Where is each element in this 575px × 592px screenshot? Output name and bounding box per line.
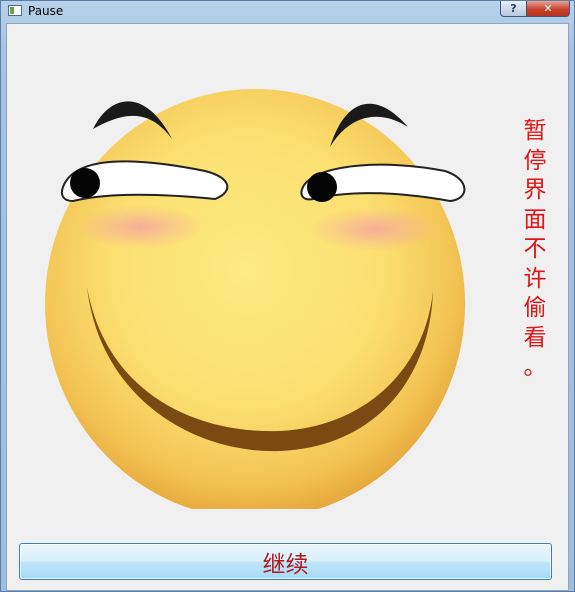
vertical-notice-text: 暂 停 界 面 不 许 偷 看 。	[521, 117, 549, 383]
continue-button[interactable]: 继续	[19, 543, 552, 580]
close-button[interactable]: ✕	[527, 1, 570, 17]
window-app-icon	[8, 5, 22, 16]
title-bar-buttons: ? ✕	[500, 1, 570, 17]
right-pupil	[307, 172, 337, 202]
pause-dialog-window: Pause ? ✕ 暂 停 界 面 不 许 偷 看 。 继续	[0, 0, 575, 592]
left-cheek-blush	[75, 205, 205, 249]
help-button[interactable]: ?	[500, 1, 527, 17]
notice-char: 。	[523, 354, 547, 380]
continue-button-label: 继续	[262, 551, 309, 578]
notice-char: 看	[523, 324, 547, 351]
left-pupil	[70, 168, 100, 198]
notice-char: 偷	[523, 295, 547, 321]
notice-char: 暂	[523, 118, 547, 144]
notice-char: 面	[523, 206, 547, 233]
window-title: Pause	[28, 4, 64, 18]
title-bar[interactable]: Pause ? ✕	[1, 1, 574, 22]
notice-char: 界	[523, 177, 547, 203]
notice-char: 不	[523, 236, 547, 262]
close-icon: ✕	[543, 2, 553, 15]
notice-char: 许	[523, 265, 547, 292]
smiley-face-image	[45, 89, 466, 509]
dialog-content-area: 暂 停 界 面 不 许 偷 看 。	[6, 23, 569, 591]
notice-char: 停	[523, 147, 547, 174]
help-icon: ?	[510, 2, 517, 15]
right-cheek-blush	[310, 207, 440, 251]
